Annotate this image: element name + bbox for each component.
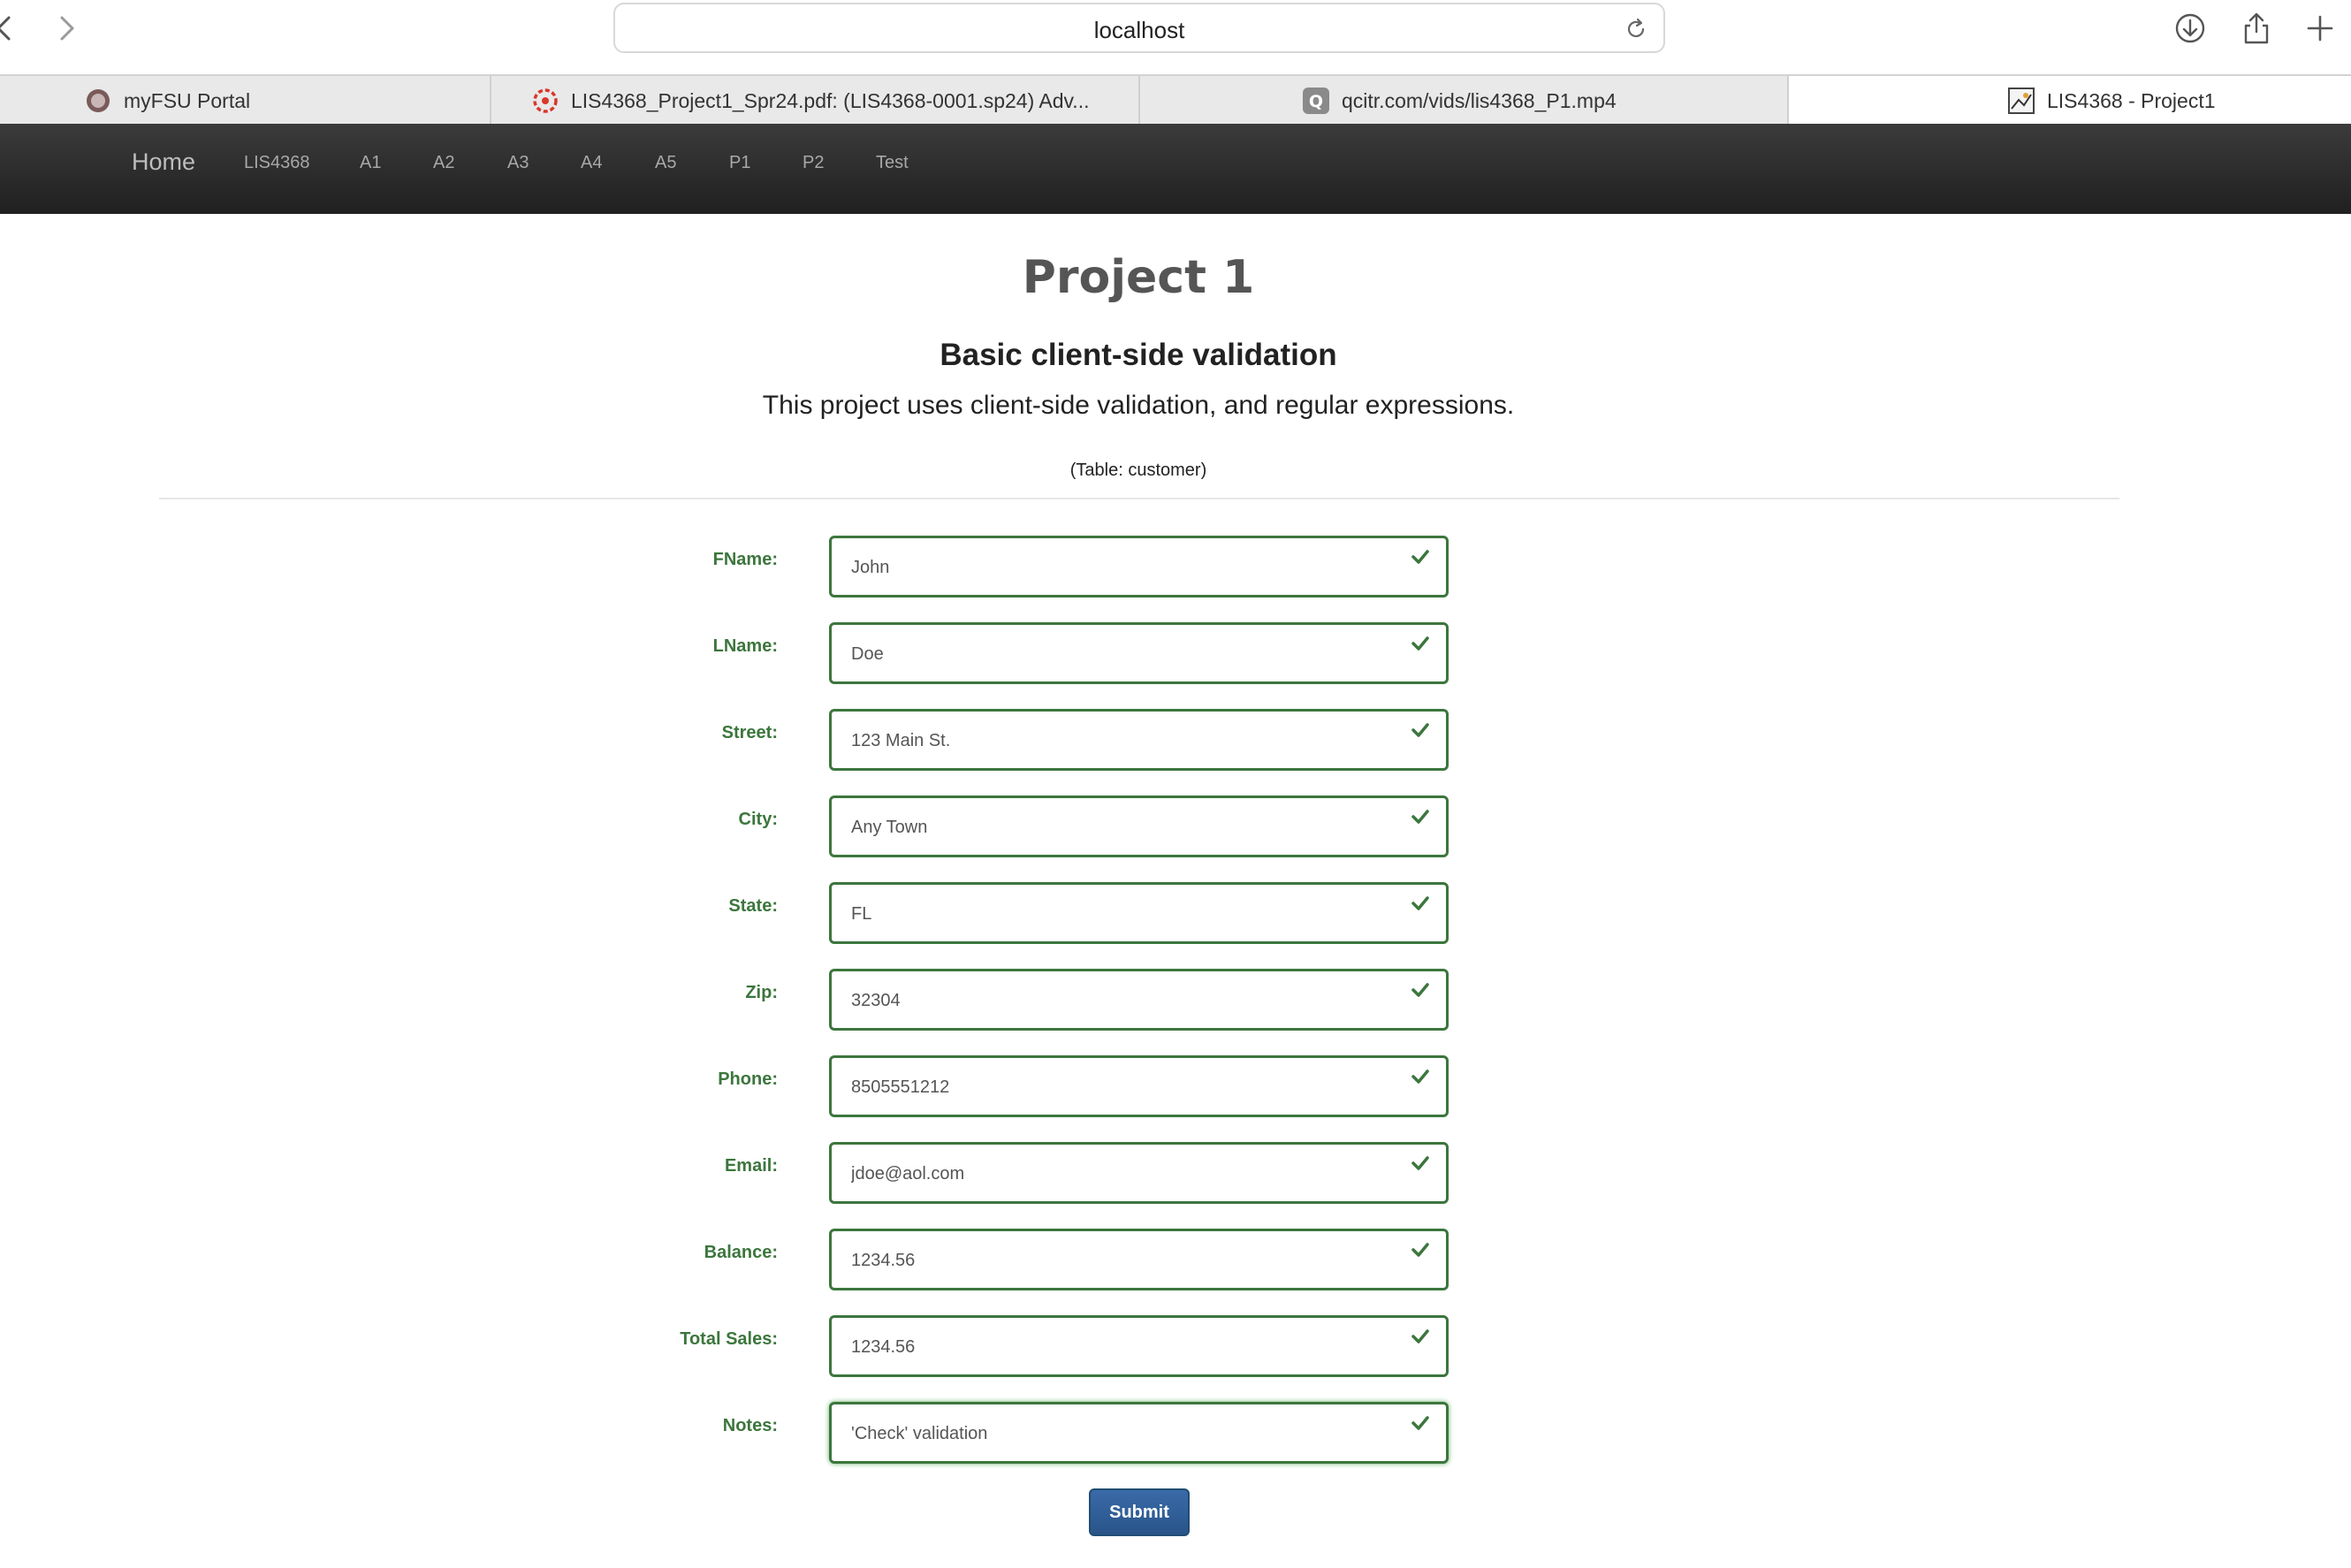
lname-label: LName: xyxy=(712,636,778,656)
checkmark-icon xyxy=(1411,810,1429,824)
email-field xyxy=(829,1142,1449,1204)
page-title: Project 1 xyxy=(1022,251,1255,304)
nav-link-a1[interactable]: A1 xyxy=(360,153,381,173)
nav-link-lis4368[interactable]: LIS4368 xyxy=(244,153,310,173)
city-label: City: xyxy=(738,810,778,829)
tab-label: LIS4368_Project1_Spr24.pdf: (LIS4368-000… xyxy=(571,88,1090,112)
form-row-notes: Notes: xyxy=(0,1402,2351,1464)
nav-home-link[interactable]: Home xyxy=(132,148,195,176)
form-row-fname: FName: xyxy=(0,536,2351,598)
state-field xyxy=(829,882,1449,944)
nav-link-test[interactable]: Test xyxy=(876,153,909,173)
zip-input[interactable] xyxy=(851,987,1381,1014)
checkmark-icon xyxy=(1411,1243,1429,1257)
balance-label: Balance: xyxy=(704,1243,778,1262)
tab-label: myFSU Portal xyxy=(124,88,251,112)
reload-icon[interactable] xyxy=(1623,16,1649,42)
fname-input[interactable] xyxy=(851,554,1381,581)
checkmark-icon xyxy=(1411,723,1429,737)
city-field xyxy=(829,795,1449,857)
fname-field xyxy=(829,536,1449,598)
zip-label: Zip: xyxy=(745,983,778,1002)
tab-video[interactable]: Q qcitr.com/vids/lis4368_P1.mp4 xyxy=(1140,76,1789,126)
form-row-zip: Zip: xyxy=(0,969,2351,1031)
street-field xyxy=(829,709,1449,771)
fname-label: FName: xyxy=(712,550,778,569)
total-sales-field xyxy=(829,1315,1449,1377)
lname-input[interactable] xyxy=(851,641,1381,667)
download-icon[interactable] xyxy=(2171,9,2210,48)
canvas-favicon-icon xyxy=(533,88,558,113)
tab-label: qcitr.com/vids/lis4368_P1.mp4 xyxy=(1342,88,1617,112)
notes-label: Notes: xyxy=(722,1416,778,1435)
plus-icon[interactable] xyxy=(2301,9,2340,48)
checkmark-icon xyxy=(1411,1156,1429,1170)
phone-field xyxy=(829,1055,1449,1117)
form-row-phone: Phone: xyxy=(0,1055,2351,1117)
browser-toolbar: localhost xyxy=(0,0,2351,74)
lname-field xyxy=(829,622,1449,684)
submit-button[interactable]: Submit xyxy=(1089,1488,1190,1536)
form-row-email: Email: xyxy=(0,1142,2351,1204)
page-subtitle: Basic client-side validation xyxy=(940,338,1337,372)
phone-label: Phone: xyxy=(718,1069,778,1089)
email-label: Email: xyxy=(724,1156,778,1176)
address-bar[interactable]: localhost xyxy=(613,3,1665,53)
nav-link-a4[interactable]: A4 xyxy=(581,153,602,173)
site-favicon-icon xyxy=(2008,88,2035,114)
checkmark-icon xyxy=(1411,896,1429,910)
tab-project-pdf[interactable]: LIS4368_Project1_Spr24.pdf: (LIS4368-000… xyxy=(491,76,1140,126)
checkmark-icon xyxy=(1411,550,1429,564)
q-favicon-icon: Q xyxy=(1303,88,1329,114)
form-row-lname: LName: xyxy=(0,622,2351,684)
city-input[interactable] xyxy=(851,814,1381,841)
notes-field xyxy=(829,1402,1449,1464)
form-row-city: City: xyxy=(0,795,2351,857)
share-icon[interactable] xyxy=(2237,9,2276,48)
table-note: (Table: customer) xyxy=(1069,461,1207,480)
page-description: This project uses client-side validation… xyxy=(762,391,1515,420)
form-row-state: State: xyxy=(0,882,2351,944)
fsu-favicon-icon xyxy=(87,89,110,112)
forward-icon[interactable] xyxy=(48,11,83,46)
form-row-balance: Balance: xyxy=(0,1229,2351,1290)
nav-link-a3[interactable]: A3 xyxy=(507,153,529,173)
tab-bar: myFSU Portal LIS4368_Project1_Spr24.pdf:… xyxy=(0,74,2351,126)
balance-input[interactable] xyxy=(851,1247,1381,1274)
nav-link-a2[interactable]: A2 xyxy=(433,153,454,173)
checkmark-icon xyxy=(1411,1416,1429,1430)
email-input[interactable] xyxy=(851,1161,1381,1187)
nav-link-a5[interactable]: A5 xyxy=(655,153,676,173)
state-input[interactable] xyxy=(851,901,1381,927)
tab-myfsu-portal[interactable]: myFSU Portal xyxy=(0,76,491,126)
checkmark-icon xyxy=(1411,1069,1429,1084)
street-label: Street: xyxy=(721,723,778,742)
checkmark-icon xyxy=(1411,983,1429,997)
nav-link-p1[interactable]: P1 xyxy=(729,153,750,173)
checkmark-icon xyxy=(1411,636,1429,651)
balance-field xyxy=(829,1229,1449,1290)
nav-link-p2[interactable]: P2 xyxy=(803,153,824,173)
state-label: State: xyxy=(728,896,778,916)
divider xyxy=(159,498,2119,499)
zip-field xyxy=(829,969,1449,1031)
phone-input[interactable] xyxy=(851,1074,1381,1100)
tab-label: LIS4368 - Project1 xyxy=(2047,88,2216,112)
site-navbar: Home LIS4368 A1 A2 A3 A4 A5 P1 P2 Test xyxy=(0,124,2351,214)
checkmark-icon xyxy=(1411,1329,1429,1343)
svg-text:Q: Q xyxy=(1309,92,1323,111)
url-text: localhost xyxy=(1093,17,1185,43)
back-icon[interactable] xyxy=(0,11,23,46)
total-sales-label: Total Sales: xyxy=(680,1329,778,1349)
form-row-total-sales: Total Sales: xyxy=(0,1315,2351,1377)
total-sales-input[interactable] xyxy=(851,1334,1381,1360)
form-row-street: Street: xyxy=(0,709,2351,771)
tab-project1-active[interactable]: LIS4368 - Project1 xyxy=(1789,76,2351,126)
street-input[interactable] xyxy=(851,727,1381,754)
notes-input[interactable] xyxy=(851,1420,1381,1447)
